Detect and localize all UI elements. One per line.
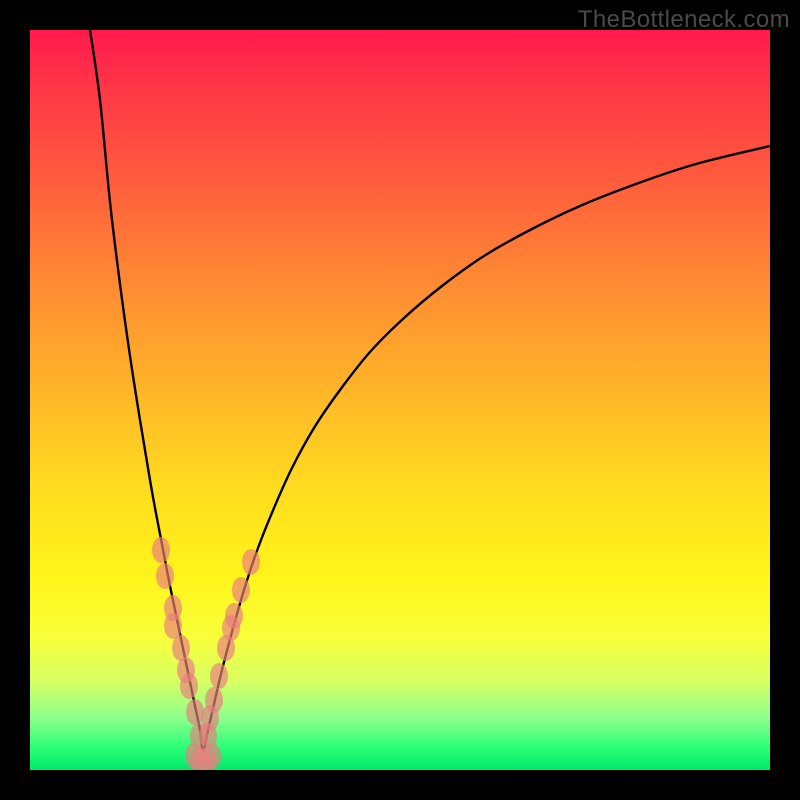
curve-svg: [30, 30, 770, 770]
plot-area: [30, 30, 770, 770]
data-bead: [205, 687, 223, 713]
data-bead: [164, 613, 182, 639]
data-bead: [152, 537, 170, 563]
data-bead: [225, 603, 243, 629]
chart-frame: TheBottleneck.com: [0, 0, 800, 800]
data-bead: [203, 743, 221, 769]
data-bead: [156, 563, 174, 589]
data-bead: [180, 673, 198, 699]
data-bead: [172, 635, 190, 661]
data-bead: [232, 577, 250, 603]
bottleneck-curve: [90, 30, 770, 750]
data-bead: [210, 663, 228, 689]
data-bead: [242, 549, 260, 575]
